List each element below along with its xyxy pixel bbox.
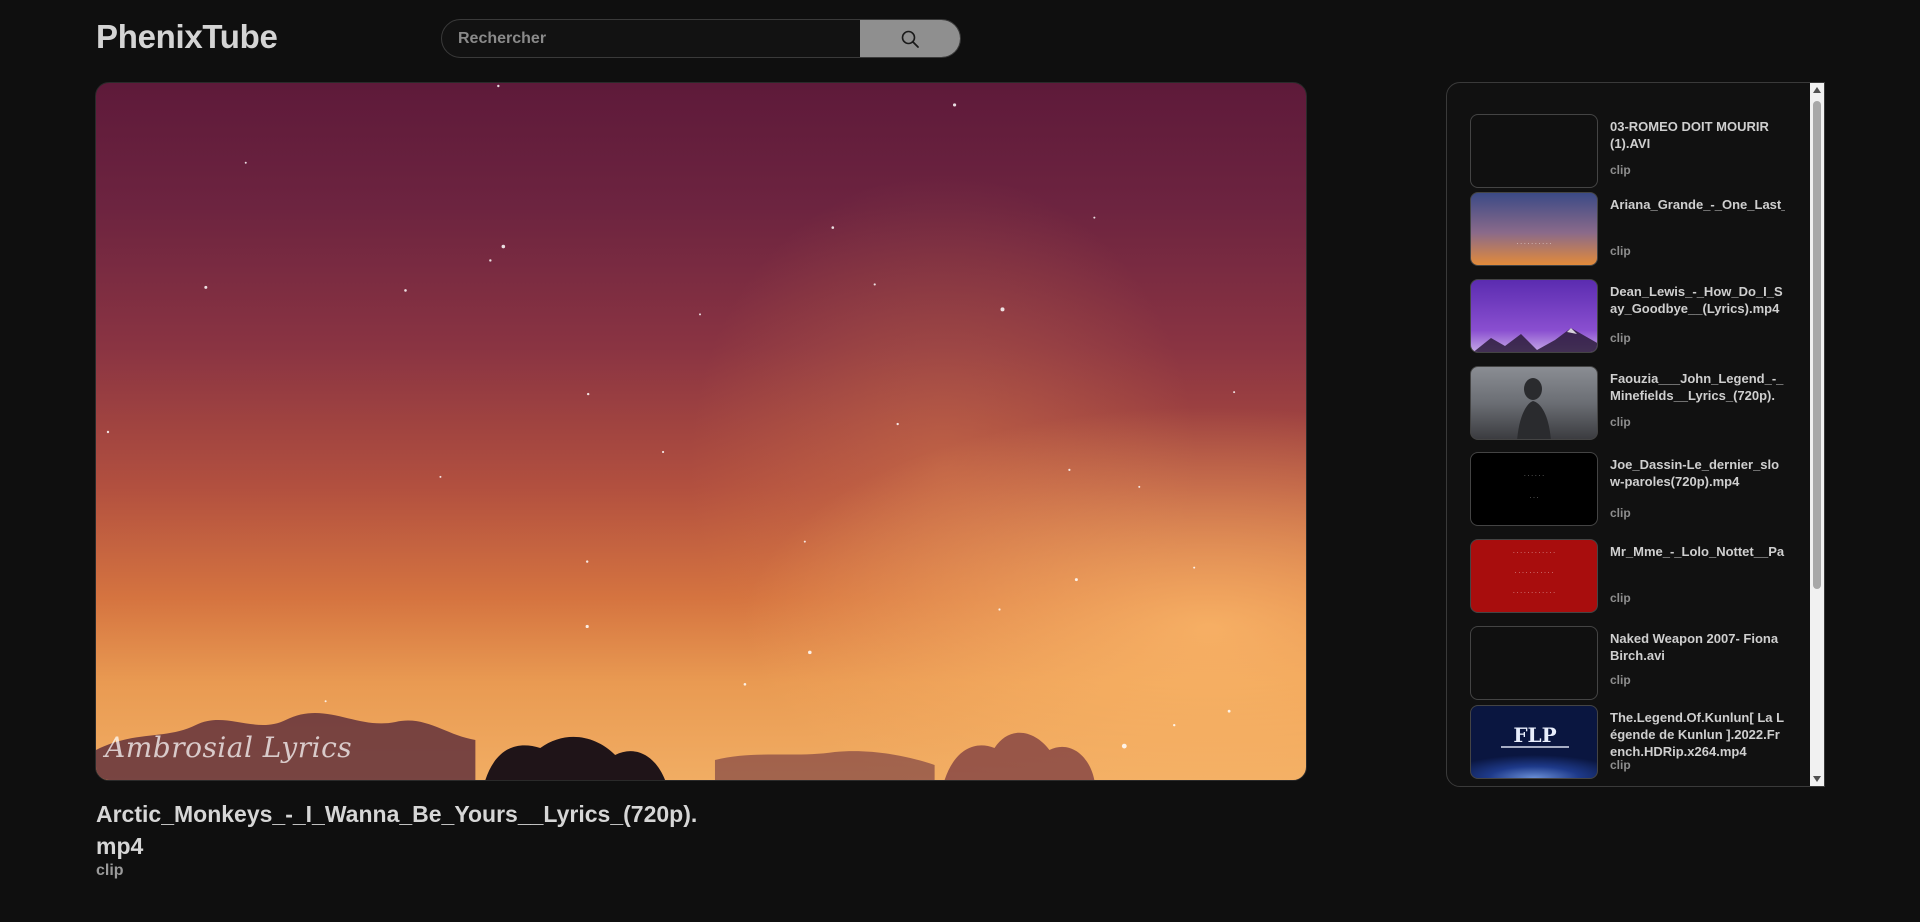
- scroll-up-arrow-icon[interactable]: [1810, 83, 1824, 97]
- playlist-item-category: clip: [1610, 163, 1631, 177]
- playlist-item-category: clip: [1610, 591, 1631, 605]
- playlist-thumbnail[interactable]: · · · · · · · · · ·: [1470, 192, 1598, 266]
- svg-text:FLP: FLP: [1513, 723, 1556, 747]
- playlist-item[interactable]: 03-ROMEO DOIT MOURIR(1).AVI clip: [1470, 114, 1800, 188]
- playlist-item-title[interactable]: 03-ROMEO DOIT MOURIR(1).AVI: [1610, 118, 1785, 152]
- app-logo[interactable]: PhenixTube: [96, 18, 278, 56]
- playlist-item-title[interactable]: The.Legend.Of.Kunlun[ La Légende de Kunl…: [1610, 709, 1785, 760]
- video-title: Arctic_Monkeys_-_I_Wanna_Be_Yours__Lyric…: [96, 801, 698, 859]
- search-button[interactable]: [860, 20, 960, 57]
- playlist-panel[interactable]: 03-ROMEO DOIT MOURIR(1).AVI clip · · · ·…: [1446, 82, 1825, 787]
- playlist-thumbnail[interactable]: [1470, 279, 1598, 353]
- playlist-item[interactable]: · · · · · · · · · · · · · · · · · · · · …: [1470, 539, 1800, 613]
- playlist-item[interactable]: Faouzia___John_Legend_-_Minefields__Lyri…: [1470, 366, 1800, 440]
- playlist-item-category: clip: [1610, 331, 1631, 345]
- playlist-item-category: clip: [1610, 758, 1631, 772]
- playlist-item-category: clip: [1610, 506, 1631, 520]
- playlist-item-category: clip: [1610, 673, 1631, 687]
- playlist-item-title[interactable]: Mr_Mme_-_Lolo_Nottet__Paroles(720p).mp4: [1610, 543, 1785, 577]
- playlist-item[interactable]: Dean_Lewis_-_How_Do_I_Say_Goodbye__(Lyri…: [1470, 279, 1800, 353]
- playlist-thumbnail[interactable]: FLP: [1470, 705, 1598, 779]
- playlist-thumbnail[interactable]: [1470, 626, 1598, 700]
- playlist-thumbnail[interactable]: · · · · · · · · · · · · · · · · · · · · …: [1470, 539, 1598, 613]
- playlist-item-category: clip: [1610, 415, 1631, 429]
- video-player[interactable]: Ambrosial Lyrics: [95, 82, 1307, 781]
- playlist-list: 03-ROMEO DOIT MOURIR(1).AVI clip · · · ·…: [1447, 83, 1810, 786]
- playlist-item[interactable]: FLP The.Legend.Of.Kunlun[ La Légende de …: [1470, 705, 1800, 779]
- playlist-item-title[interactable]: Joe_Dassin-Le_dernier_slow-paroles(720p)…: [1610, 456, 1785, 507]
- search-bar: [441, 19, 961, 58]
- playlist-item[interactable]: · · · · · · · · · · Ariana_Grande_-_One_…: [1470, 192, 1800, 266]
- playlist-item-title[interactable]: Ariana_Grande_-_One_Last_Time__Lyrics_(7…: [1610, 196, 1785, 230]
- playlist-thumbnail[interactable]: · · · · · · · · ·: [1470, 452, 1598, 526]
- scrollbar-thumb[interactable]: [1813, 101, 1821, 589]
- playlist-item-title[interactable]: Dean_Lewis_-_How_Do_I_Say_Goodbye__(Lyri…: [1610, 283, 1785, 317]
- playlist-item[interactable]: · · · · · · · · · Joe_Dassin-Le_dernier_…: [1470, 452, 1800, 526]
- playlist-scrollbar[interactable]: [1810, 83, 1824, 786]
- playlist-thumbnail[interactable]: [1470, 114, 1598, 188]
- video-category: clip: [96, 862, 124, 879]
- playlist-thumbnail[interactable]: [1470, 366, 1598, 440]
- search-input[interactable]: [442, 20, 860, 57]
- search-icon: [901, 30, 919, 48]
- video-watermark: Ambrosial Lyrics: [105, 731, 353, 764]
- scroll-down-arrow-icon[interactable]: [1810, 772, 1824, 786]
- app-root: PhenixTube Rechercher Ambrosial Lyrics A…: [0, 0, 1920, 922]
- playlist-item-category: clip: [1610, 244, 1631, 258]
- playlist-item-title[interactable]: Faouzia___John_Legend_-_Minefields__Lyri…: [1610, 370, 1785, 404]
- playlist-item[interactable]: Naked Weapon 2007- Fiona Birch.avi clip: [1470, 626, 1800, 700]
- playlist-item-title[interactable]: Naked Weapon 2007- Fiona Birch.avi: [1610, 630, 1785, 664]
